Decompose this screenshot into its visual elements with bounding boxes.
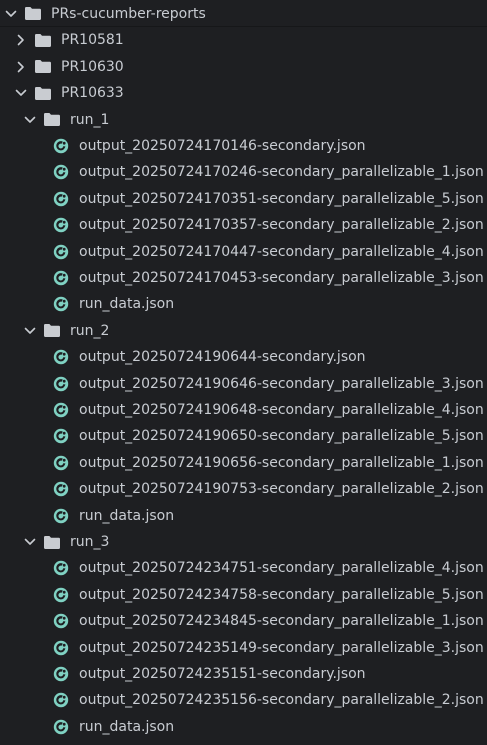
json-file-icon <box>53 666 69 682</box>
file-label: run_data.json <box>79 507 175 524</box>
file-label: output_20250724190648-secondary_parallel… <box>79 402 484 418</box>
file-label: output_20250724170146-secondary.json <box>79 138 366 154</box>
tree-file-item[interactable]: output_20250724190753-secondary_parallel… <box>0 476 487 502</box>
json-file-icon <box>53 244 69 260</box>
file-label: output_20250724235149-secondary_parallel… <box>79 639 484 656</box>
chevron-right-icon[interactable] <box>14 33 28 47</box>
file-label: output_20250724190650-secondary_parallel… <box>79 428 484 445</box>
tree-file-item[interactable]: run_data.json <box>0 291 487 317</box>
json-file-icon <box>53 217 69 233</box>
tree-file-item[interactable]: run_data.json <box>0 714 487 740</box>
folder-icon <box>24 6 42 22</box>
tree-file-item[interactable]: output_20250724234845-secondary_parallel… <box>0 608 487 634</box>
folder-label: PR10633 <box>61 85 124 102</box>
json-file-icon <box>53 296 69 312</box>
file-label: output_20250724170351-secondary_parallel… <box>79 190 484 207</box>
tree-file-item[interactable]: output_20250724170351-secondary_parallel… <box>0 186 487 212</box>
tree-file-item[interactable]: run_data.json <box>0 503 487 529</box>
folder-label: PR10581 <box>61 32 124 49</box>
tree-folder-pr10581[interactable]: PR10581 <box>0 27 487 53</box>
tree-folder-pr10630[interactable]: PR10630 <box>0 54 487 80</box>
tree-folder-run-3[interactable]: run_3 <box>0 529 487 555</box>
json-file-icon <box>53 138 69 154</box>
json-file-icon <box>53 508 69 524</box>
folder-icon <box>34 85 52 101</box>
file-label: output_20250724170357-secondary_parallel… <box>79 217 484 234</box>
json-file-icon <box>53 349 69 365</box>
folder-label: PRs-cucumber-reports <box>51 5 206 22</box>
file-label: output_20250724170453-secondary_parallel… <box>79 270 484 286</box>
file-label: output_20250724235151-secondary.json <box>79 666 366 682</box>
file-label: output_20250724170246-secondary_parallel… <box>79 164 484 181</box>
json-file-icon <box>53 719 69 735</box>
json-file-icon <box>53 613 69 629</box>
file-label: output_20250724234845-secondary_parallel… <box>79 613 484 630</box>
json-file-icon <box>53 560 69 576</box>
tree-file-item[interactable]: output_20250724170246-secondary_parallel… <box>0 159 487 185</box>
chevron-down-icon[interactable] <box>23 113 37 127</box>
chevron-down-icon[interactable] <box>23 324 37 338</box>
folder-icon <box>43 534 61 550</box>
tree-file-item[interactable]: output_20250724234751-secondary_parallel… <box>0 555 487 581</box>
file-label: output_20250724235156-secondary_parallel… <box>79 692 484 709</box>
file-label: output_20250724190656-secondary_parallel… <box>79 454 484 471</box>
json-file-icon <box>53 428 69 444</box>
chevron-down-icon[interactable] <box>4 7 18 21</box>
json-file-icon <box>53 270 69 286</box>
json-file-icon <box>53 481 69 497</box>
folder-icon <box>43 323 61 339</box>
tree-file-item[interactable]: output_20250724190648-secondary_parallel… <box>0 397 487 423</box>
tree-file-item[interactable]: output_20250724190650-secondary_parallel… <box>0 423 487 449</box>
file-label: output_20250724170447-secondary_parallel… <box>79 243 484 260</box>
file-label: output_20250724234758-secondary_parallel… <box>79 586 484 603</box>
folder-label: PR10630 <box>61 58 124 75</box>
tree-folder-run-1[interactable]: run_1 <box>0 107 487 133</box>
tree-file-item[interactable]: output_20250724190646-secondary_parallel… <box>0 371 487 397</box>
json-file-icon <box>53 640 69 656</box>
file-tree: PRs-cucumber-reports PR10581 PR10630 PR1063… <box>0 0 487 745</box>
tree-file-item[interactable]: output_20250724190656-secondary_parallel… <box>0 450 487 476</box>
tree-file-item[interactable]: output_20250724234758-secondary_parallel… <box>0 582 487 608</box>
folder-icon <box>34 59 52 75</box>
chevron-right-icon[interactable] <box>14 60 28 74</box>
file-label: run_data.json <box>79 296 175 313</box>
tree-file-item[interactable]: output_20250724235151-secondary.json <box>0 661 487 687</box>
file-label: output_20250724234751-secondary_parallel… <box>79 560 484 577</box>
file-label: output_20250724190646-secondary_parallel… <box>79 375 484 392</box>
json-file-icon <box>53 191 69 207</box>
folder-label: run_3 <box>70 534 110 550</box>
json-file-icon <box>53 692 69 708</box>
file-label: output_20250724190753-secondary_parallel… <box>79 481 484 498</box>
tree-file-item[interactable]: output_20250724170453-secondary_parallel… <box>0 265 487 291</box>
tree-file-item[interactable]: output_20250724190644-secondary.json <box>0 344 487 370</box>
folder-label: run_2 <box>70 322 110 339</box>
tree-file-item[interactable]: output_20250724235156-secondary_parallel… <box>0 687 487 713</box>
json-file-icon <box>53 587 69 603</box>
tree-file-item[interactable]: output_20250724235149-secondary_parallel… <box>0 635 487 661</box>
tree-file-item[interactable]: output_20250724170357-secondary_parallel… <box>0 212 487 238</box>
json-file-icon <box>53 164 69 180</box>
chevron-down-icon[interactable] <box>14 86 28 100</box>
tree-root-folder[interactable]: PRs-cucumber-reports <box>0 1 487 27</box>
json-file-icon <box>53 455 69 471</box>
tree-file-item[interactable]: output_20250724170146-secondary.json <box>0 133 487 159</box>
file-label: output_20250724190644-secondary.json <box>79 349 366 366</box>
chevron-down-icon[interactable] <box>23 535 37 549</box>
folder-label: run_1 <box>70 111 110 128</box>
folder-icon <box>34 32 52 48</box>
tree-folder-pr10633[interactable]: PR10633 <box>0 80 487 106</box>
tree-file-item[interactable]: output_20250724170447-secondary_parallel… <box>0 239 487 265</box>
json-file-icon <box>53 376 69 392</box>
folder-icon <box>43 112 61 128</box>
file-label: run_data.json <box>79 718 175 735</box>
json-file-icon <box>53 402 69 418</box>
tree-folder-run-2[interactable]: run_2 <box>0 318 487 344</box>
